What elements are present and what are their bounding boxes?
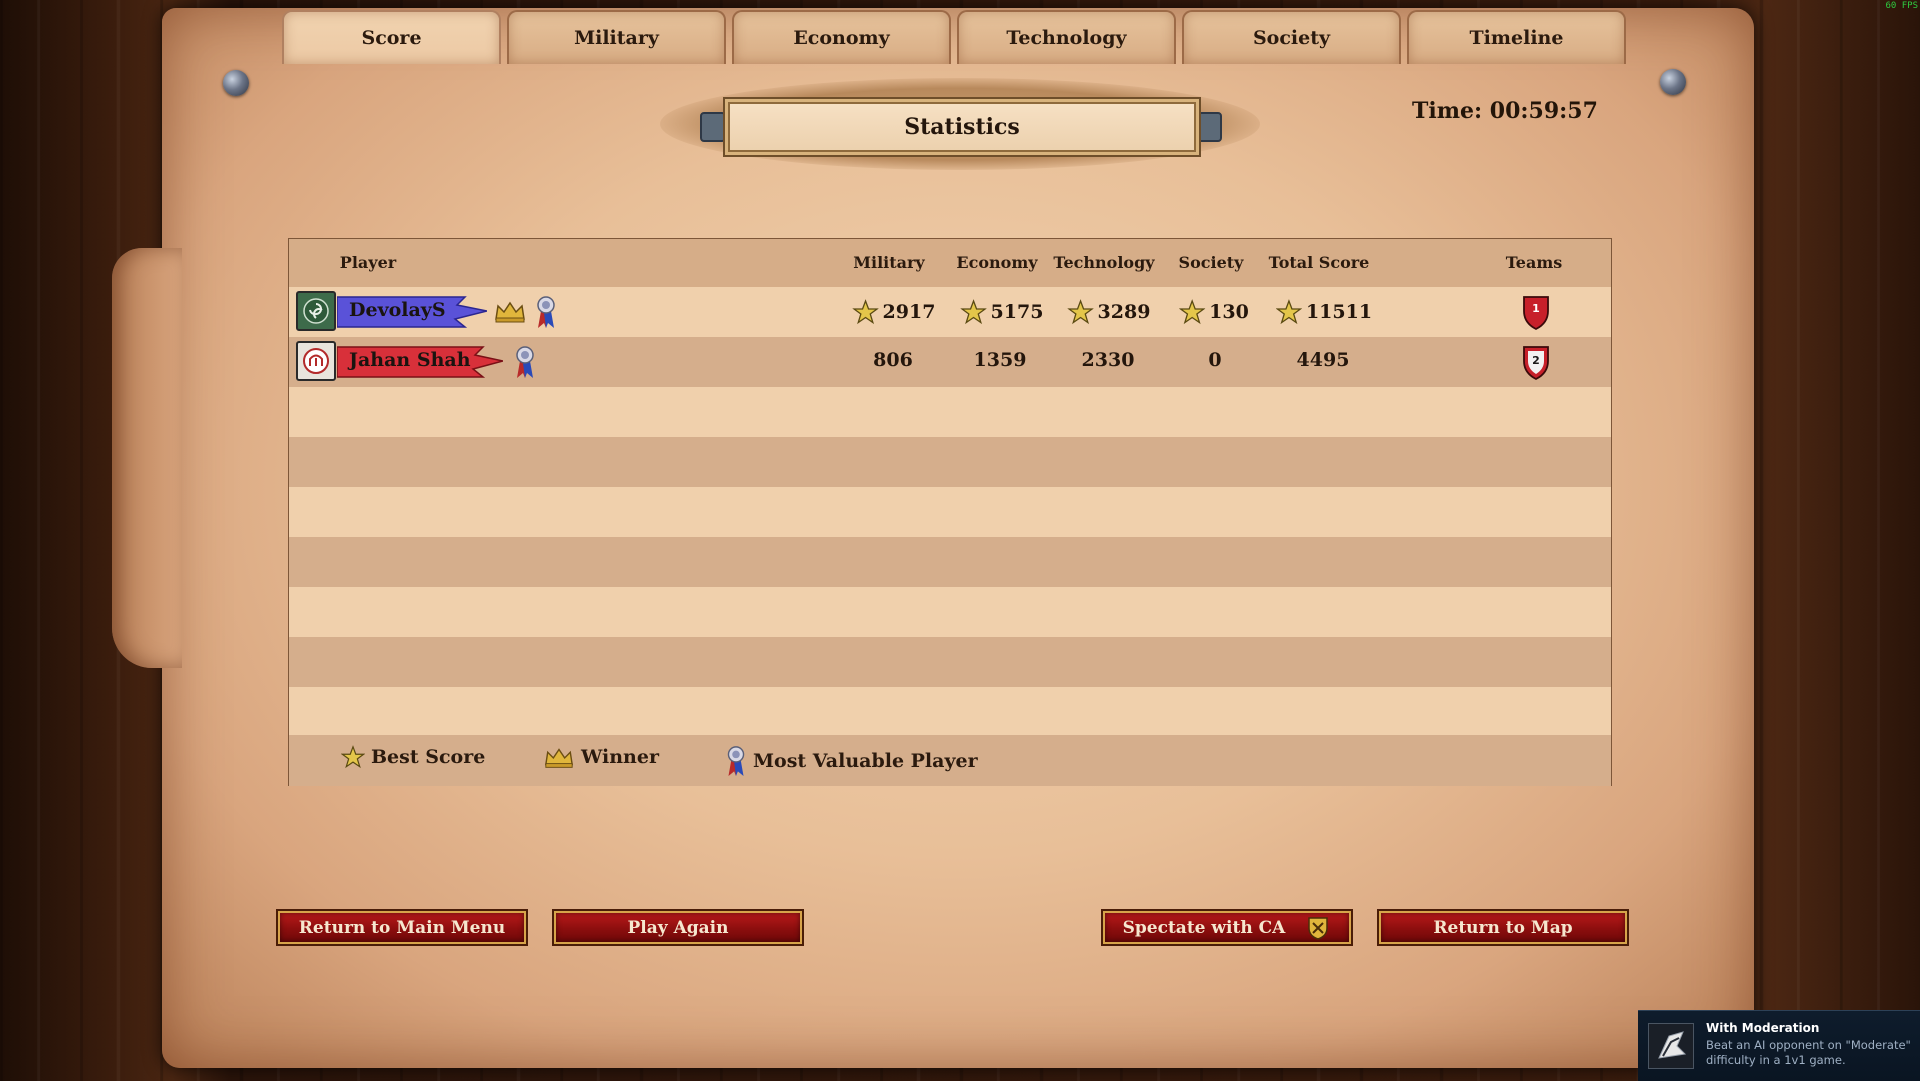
table-row-empty: [289, 487, 1611, 537]
military-score: 806: [873, 349, 913, 371]
society-score: 130: [1179, 299, 1249, 325]
team-shield-icon: 2: [1523, 346, 1549, 381]
header-military: Military: [853, 253, 925, 272]
spectate-with-ca-button[interactable]: Spectate with CA: [1103, 911, 1351, 944]
civ-emblem-icon: [296, 341, 336, 381]
player-name: Jahan Shah: [349, 349, 471, 371]
legend-winner: Winner: [543, 745, 659, 769]
return-to-main-menu-button[interactable]: Return to Main Menu: [278, 911, 526, 944]
tab-technology[interactable]: Technology: [957, 10, 1176, 64]
technology-score: 3289: [1067, 299, 1150, 325]
banner-cap-right: [1196, 112, 1222, 142]
achievement-title: With Moderation: [1706, 1021, 1820, 1035]
page-title: Statistics: [728, 102, 1196, 152]
table-row: DevolayS 2917 5175 3289 130 11511 1: [289, 287, 1611, 337]
header-total-score: Total Score: [1268, 253, 1370, 272]
table-row-empty: [289, 687, 1611, 737]
achievement-icon: [1648, 1023, 1694, 1069]
medal-icon: [537, 296, 555, 328]
score-table: Player Military Economy Technology Socie…: [288, 238, 1612, 786]
total-score: 11511: [1275, 299, 1372, 325]
return-to-map-button[interactable]: Return to Map: [1379, 911, 1627, 944]
tab-economy[interactable]: Economy: [732, 10, 951, 64]
crown-icon: [545, 748, 573, 768]
legend: Best Score Winner Most Valuable Player: [289, 735, 1611, 786]
star-icon: [1275, 299, 1302, 325]
star-icon: [1179, 299, 1206, 325]
pin-icon: [223, 70, 249, 96]
star-icon: [960, 299, 987, 325]
svg-text:1: 1: [1532, 302, 1540, 315]
legend-mvp: Most Valuable Player: [725, 745, 978, 777]
tab-bar: Score Military Economy Technology Societ…: [282, 10, 1626, 64]
header-society: Society: [1178, 253, 1244, 272]
star-icon: [341, 745, 365, 769]
civ-emblem-icon: [296, 291, 336, 331]
total-score: 4495: [1296, 349, 1350, 371]
tab-timeline[interactable]: Timeline: [1407, 10, 1626, 64]
tab-society[interactable]: Society: [1182, 10, 1401, 64]
society-score: 0: [1208, 349, 1222, 371]
table-row-empty: [289, 437, 1611, 487]
achievement-toast[interactable]: With Moderation Beat an AI opponent on "…: [1638, 1010, 1920, 1081]
table-row-empty: [289, 587, 1611, 637]
achievement-description: Beat an AI opponent on "Moderate" diffic…: [1706, 1038, 1911, 1067]
star-icon: [1067, 299, 1094, 325]
ca-emblem-icon: [1308, 916, 1329, 940]
header-technology: Technology: [1053, 253, 1155, 272]
economy-score: 5175: [960, 299, 1043, 325]
legend-best-score: Best Score: [341, 745, 485, 769]
table-row-empty: [289, 387, 1611, 437]
technology-score: 2330: [1081, 349, 1135, 371]
banner-cap-left: [700, 112, 726, 142]
pin-icon: [1660, 69, 1686, 95]
table-header: Player Military Economy Technology Socie…: [289, 239, 1611, 288]
crown-icon: [495, 301, 525, 323]
table-row-empty: [289, 637, 1611, 687]
fps-counter: 60 FPS: [1885, 1, 1918, 11]
svg-text:2: 2: [1532, 354, 1540, 367]
game-time: Time: 00:59:57: [1412, 98, 1598, 124]
table-row: Jahan Shah 806 1359 2330 0 4495 2: [289, 337, 1611, 387]
header-teams: Teams: [1505, 253, 1563, 272]
tab-score[interactable]: Score: [282, 10, 501, 64]
play-again-button[interactable]: Play Again: [554, 911, 802, 944]
player-name: DevolayS: [349, 299, 446, 321]
military-score: 2917: [852, 299, 935, 325]
header-economy: Economy: [956, 253, 1038, 272]
medal-icon: [516, 346, 534, 378]
table-row-empty: [289, 537, 1611, 587]
medal-icon: [727, 746, 745, 777]
tab-military[interactable]: Military: [507, 10, 726, 64]
header-player: Player: [339, 253, 397, 272]
team-shield-icon: 1: [1523, 296, 1549, 331]
economy-score: 1359: [973, 349, 1027, 371]
star-icon: [852, 299, 879, 325]
